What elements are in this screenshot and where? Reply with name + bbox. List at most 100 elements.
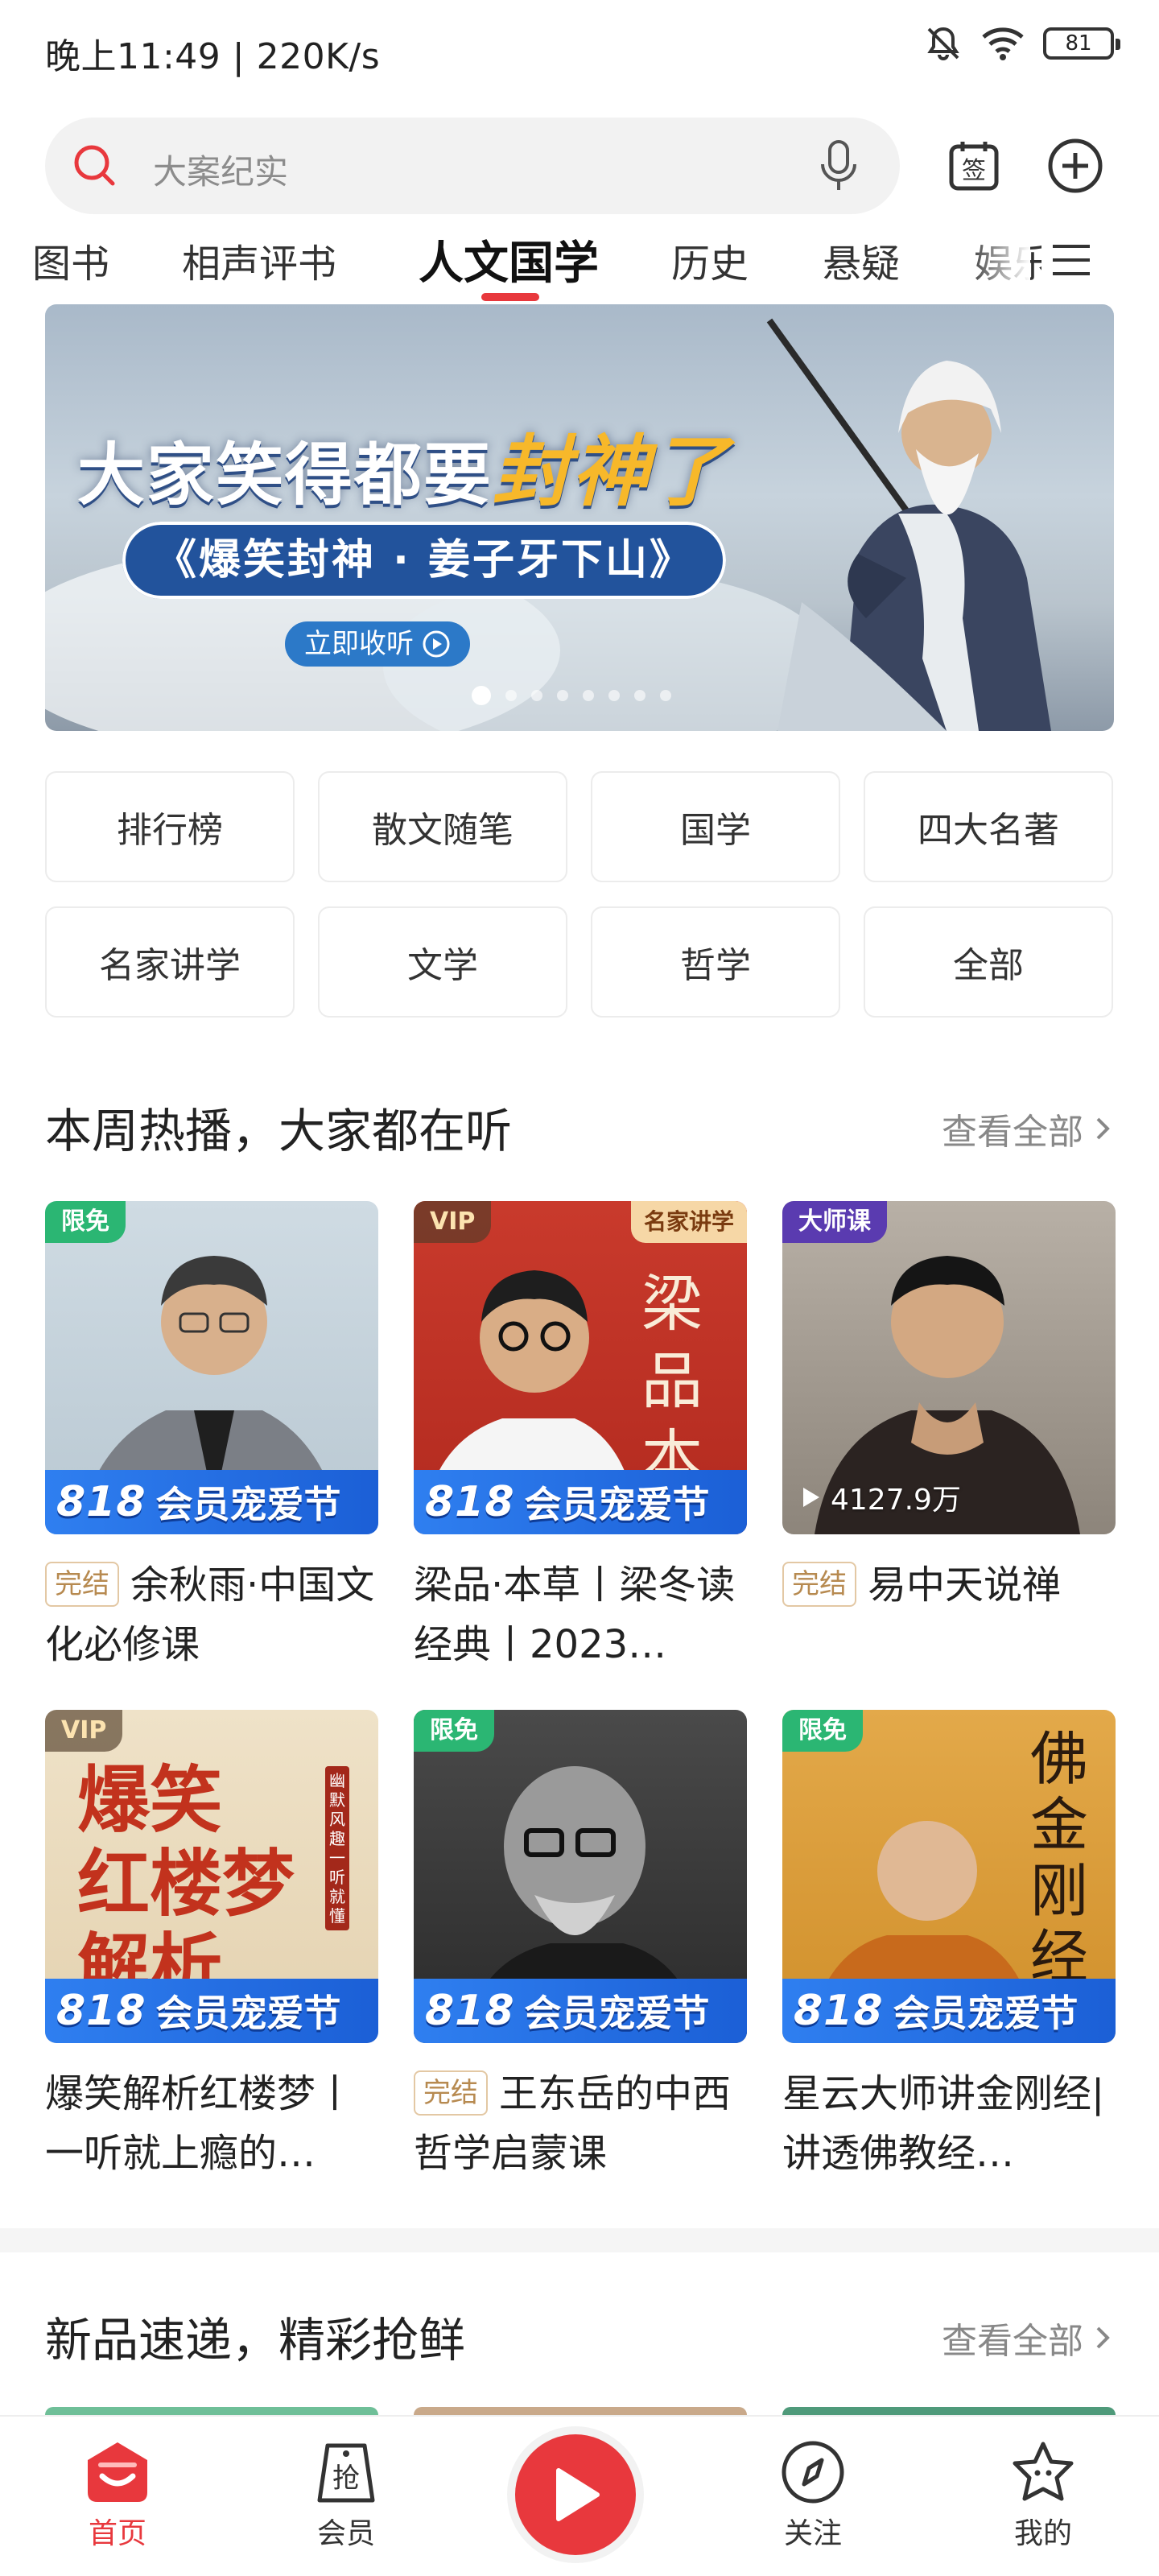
carousel-dots	[472, 686, 671, 705]
promo-strip: 818 会员宠爱节	[414, 1470, 747, 1534]
sage-illustration	[766, 318, 1051, 731]
carousel-dot[interactable]	[660, 690, 671, 701]
svg-text:签: 签	[962, 157, 986, 185]
bottom-nav: 首页 抢 会员 关注 我的	[0, 2415, 1159, 2576]
cover-image: 限免 818 会员宠爱节	[45, 1201, 378, 1534]
play-icon	[556, 2468, 600, 2521]
cover-image: VIP 名家讲学 梁品 本草 818 会员宠爱节	[414, 1201, 747, 1534]
promo-text: 会员宠爱节	[893, 1992, 1079, 2035]
listen-now-button[interactable]: 立即收听	[285, 621, 470, 667]
audiobook-card[interactable]: 限免 佛 金刚经讲 818 会员宠爱节 星云大师讲金刚经|讲透佛教经…	[782, 1710, 1116, 2183]
home-icon	[88, 2442, 147, 2502]
finished-tag: 完结	[45, 1562, 119, 1607]
section-new-header: 新品速递，精彩抢鲜 查看全部	[45, 2302, 1114, 2368]
status-icons: 81	[924, 24, 1120, 63]
add-icon[interactable]	[1045, 135, 1106, 200]
carousel-dot[interactable]	[634, 690, 645, 701]
tab-history[interactable]: 历史	[671, 232, 749, 288]
nav-home[interactable]: 首页	[53, 2438, 182, 2552]
status-time: 晚上11:49 | 220K/s	[45, 36, 381, 77]
category-philosophy[interactable]: 哲学	[591, 906, 840, 1018]
card-title: 完结 余秋雨·中国文化必修课	[45, 1555, 378, 1674]
chevron-right-icon	[1096, 1117, 1110, 1140]
category-literature[interactable]: 文学	[318, 906, 567, 1018]
free-badge: 限免	[414, 1710, 494, 1752]
bell-muted-icon	[924, 24, 963, 63]
view-all-link[interactable]: 查看全部	[942, 1103, 1114, 1154]
section-divider	[0, 2228, 1159, 2252]
card-title: 完结 王东岳的中西哲学启蒙课	[414, 2064, 747, 2183]
category-four-classics[interactable]: 四大名著	[864, 771, 1113, 882]
section-title: 新品速递，精彩抢鲜	[45, 2313, 466, 2368]
vip-ticket-icon: 抢	[317, 2443, 375, 2503]
tab-mystery[interactable]: 悬疑	[823, 232, 900, 288]
category-tabs: 图书 相声评书 人文国学 历史 悬疑 娱乐	[0, 225, 1159, 306]
tab-humanities[interactable]: 人文国学	[419, 227, 599, 292]
category-lectures[interactable]: 名家讲学	[45, 906, 295, 1018]
cover-text: 爆笑 红楼梦 解析	[77, 1757, 295, 2010]
nav-vip-label: 会员	[316, 2517, 375, 2550]
banner-title-main: 大家笑得都要	[77, 436, 493, 514]
card-title-text: 爆笑解析红楼梦丨一听就上瘾的…	[45, 2071, 355, 2176]
audiobook-card[interactable]: 大师课 4127.9万 完结 易中天说禅	[782, 1201, 1116, 1615]
sign-in-icon[interactable]: 签	[945, 137, 1003, 198]
carousel-dot[interactable]	[583, 690, 594, 701]
promo-text: 会员宠爱节	[155, 1992, 341, 2035]
category-ranking[interactable]: 排行榜	[45, 771, 295, 882]
card-title-text: 星云大师讲金刚经|讲透佛教经…	[782, 2071, 1105, 2176]
category-grid: 排行榜 散文随笔 国学 四大名著 名家讲学 文学 哲学 全部	[45, 771, 1114, 1018]
wifi-icon	[980, 26, 1025, 61]
category-all[interactable]: 全部	[864, 906, 1113, 1018]
card-title: 星云大师讲金刚经|讲透佛教经…	[782, 2064, 1116, 2183]
carousel-dot[interactable]	[472, 686, 491, 705]
promo-strip: 818 会员宠爱节	[45, 1470, 378, 1534]
carousel-dot[interactable]	[557, 690, 568, 701]
microphone-icon[interactable]	[816, 137, 861, 198]
search-row: 大案纪实 签	[45, 118, 1116, 214]
promo-text: 会员宠爱节	[155, 1483, 341, 1526]
card-title: 梁品·本草丨梁冬读经典丨2023…	[414, 1555, 747, 1674]
carousel-dot[interactable]	[608, 690, 620, 701]
nav-follow-label: 关注	[783, 2517, 842, 2550]
tab-crosstalk[interactable]: 相声评书	[182, 232, 336, 288]
promo-banner[interactable]: 大家笑得都要封神了 《爆笑封神 · 姜子牙下山》 立即收听	[45, 304, 1114, 731]
promo-strip: 818 会员宠爱节	[414, 1979, 747, 2043]
category-essays[interactable]: 散文随笔	[318, 771, 567, 882]
audiobook-card[interactable]: 限免 818 会员宠爱节 完结 余秋雨·中国文化必修课	[45, 1201, 378, 1674]
free-badge: 限免	[782, 1710, 863, 1752]
audiobook-card[interactable]: VIP 爆笑 红楼梦 解析 幽默风趣 一听就懂 818 会员宠爱节 爆笑解析红楼…	[45, 1710, 378, 2183]
nav-vip[interactable]: 抢 会员	[282, 2438, 410, 2552]
promo-818: 818	[56, 1478, 146, 1526]
carousel-dot[interactable]	[531, 690, 542, 701]
search-input[interactable]: 大案纪实	[45, 118, 900, 214]
audiobook-card[interactable]: VIP 名家讲学 梁品 本草 818 会员宠爱节 梁品·本草丨梁冬读经典丨202…	[414, 1201, 747, 1674]
play-count: 4127.9万	[802, 1476, 961, 1518]
player-button[interactable]	[515, 2434, 636, 2555]
carousel-dot[interactable]	[505, 690, 517, 701]
nav-mine[interactable]: 我的	[979, 2438, 1107, 2552]
menu-icon[interactable]	[1041, 238, 1101, 285]
banner-subtitle: 《爆笑封神 · 姜子牙下山》	[122, 522, 726, 599]
card-title-text: 易中天说禅	[868, 1563, 1062, 1608]
view-all-link[interactable]: 查看全部	[942, 2312, 1114, 2363]
lecture-badge: 名家讲学	[630, 1201, 747, 1243]
card-title: 完结 易中天说禅	[782, 1555, 1116, 1615]
master-class-badge: 大师课	[782, 1201, 887, 1243]
tab-books[interactable]: 图书	[32, 232, 109, 288]
cover-image: VIP 爆笑 红楼梦 解析 幽默风趣 一听就懂 818 会员宠爱节	[45, 1710, 378, 2043]
play-count-value: 4127.9万	[831, 1484, 961, 1517]
cover-image: 限免 佛 金刚经讲 818 会员宠爱节	[782, 1710, 1116, 2043]
chevron-right-icon	[1096, 2326, 1110, 2349]
category-sinology[interactable]: 国学	[591, 771, 840, 882]
banner-title-accent: 封神了	[493, 427, 730, 517]
promo-text: 会员宠爱节	[524, 1483, 710, 1526]
promo-strip: 818 会员宠爱节	[782, 1979, 1116, 2043]
nav-mine-label: 我的	[1013, 2517, 1072, 2550]
compass-icon	[782, 2441, 844, 2504]
finished-tag: 完结	[782, 1562, 856, 1607]
search-placeholder: 大案纪实	[153, 152, 289, 192]
audiobook-card[interactable]: 限免 818 会员宠爱节 完结 王东岳的中西哲学启蒙课	[414, 1710, 747, 2183]
cover-side-text: 幽默风趣 一听就懂	[325, 1766, 349, 1930]
cover-image: 限免 818 会员宠爱节	[414, 1710, 747, 2043]
nav-follow[interactable]: 关注	[749, 2438, 877, 2552]
